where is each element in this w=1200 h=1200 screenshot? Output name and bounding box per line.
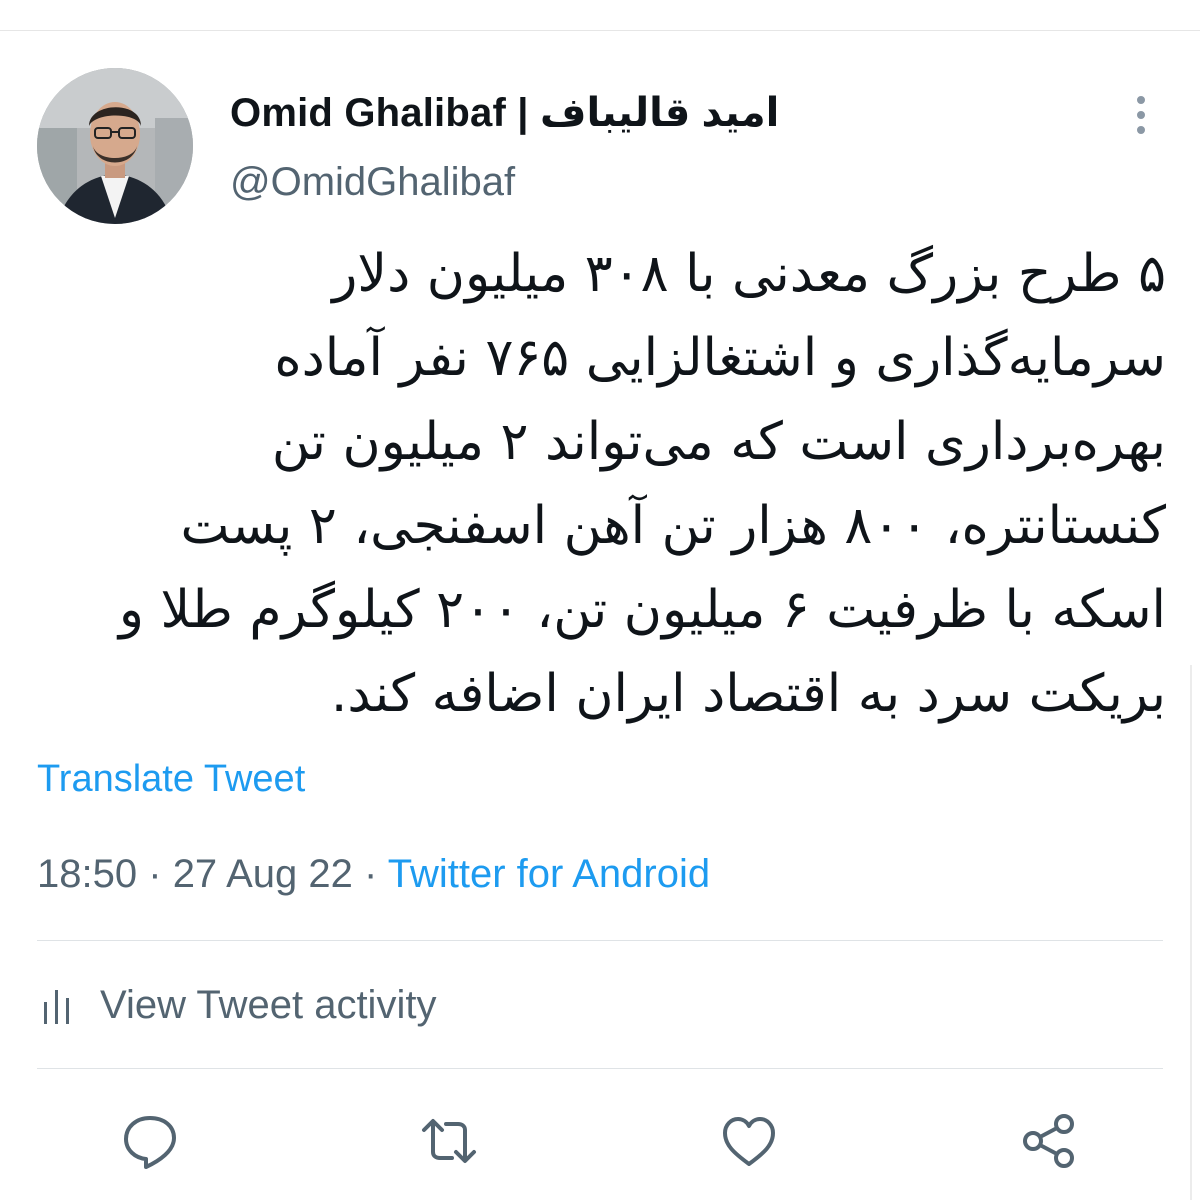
top-divider	[0, 30, 1200, 31]
user-handle[interactable]: @OmidGhalibaf	[230, 160, 515, 205]
tweet-text: ۵ طرح بزرگ معدنی با ۳۰۸ میلیون دلار سرما…	[36, 232, 1166, 736]
meta-separator: ·	[148, 852, 162, 896]
avatar-photo	[37, 68, 193, 224]
display-name[interactable]: Omid Ghalibaf | امید قالیباف	[230, 90, 779, 136]
avatar[interactable]	[37, 68, 193, 224]
scroll-edge	[1190, 665, 1192, 1200]
tweet-text-line: سرمایه‌گذاری و اشتغالزایی ۷۶۵ نفر آماده	[274, 328, 1166, 388]
share-button[interactable]	[1020, 1112, 1078, 1170]
reply-icon	[124, 1116, 176, 1169]
tweet-text-line: بریکت سرد به اقتصاد ایران اضافه کند.	[330, 664, 1166, 724]
translate-tweet-link[interactable]: Translate Tweet	[37, 758, 305, 801]
tweet-text-line: ۵ طرح بزرگ معدنی با ۳۰۸ میلیون دلار	[332, 244, 1166, 304]
meta-separator: ·	[364, 852, 378, 896]
tweet-text-line: بهره‌برداری است که می‌تواند ۲ میلیون تن	[271, 412, 1166, 472]
divider	[37, 940, 1163, 941]
divider	[37, 1068, 1163, 1069]
tweet-text-line: اسکه با ظرفیت ۶ میلیون تن، ۲۰۰ کیلوگرم ط…	[118, 580, 1166, 640]
tweet-source-link[interactable]: Twitter for Android	[388, 852, 710, 896]
tweet-date[interactable]: 27 Aug 22	[173, 852, 353, 896]
view-tweet-activity-button[interactable]: View Tweet activity	[42, 980, 436, 1030]
like-button[interactable]	[720, 1112, 778, 1170]
share-icon	[1023, 1114, 1074, 1168]
retweet-button[interactable]	[420, 1112, 478, 1170]
view-tweet-activity-label: View Tweet activity	[100, 982, 437, 1027]
tweet-text-line: کنستانتره، ۸۰۰ هزار تن آهن اسفنجی، ۲ پست	[180, 496, 1166, 556]
reply-button[interactable]	[121, 1112, 179, 1170]
tweet-time: 18:50	[37, 852, 138, 896]
retweet-icon	[422, 1119, 476, 1163]
tweet-metadata: 18:50 · 27 Aug 22 · Twitter for Android	[37, 852, 710, 897]
more-options-icon[interactable]	[1126, 92, 1156, 138]
bar-chart-icon	[44, 990, 69, 1024]
like-icon	[723, 1117, 775, 1166]
